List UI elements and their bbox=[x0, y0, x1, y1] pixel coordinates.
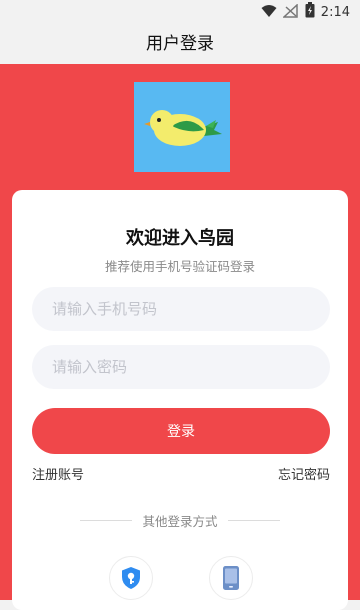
page-title: 用户登录 bbox=[146, 34, 214, 54]
forgot-password-link[interactable]: 忘记密码 bbox=[278, 464, 330, 483]
other-methods-label: 其他登录方式 bbox=[142, 514, 218, 529]
welcome-title: 欢迎进入鸟园 bbox=[126, 228, 234, 249]
battery-icon bbox=[305, 2, 315, 22]
shield-key-icon bbox=[122, 567, 140, 589]
status-time: 2:14 bbox=[320, 4, 350, 20]
title-bar: 用户登录 bbox=[0, 24, 360, 64]
wifi-icon bbox=[261, 3, 277, 22]
status-bar: 2:14 bbox=[0, 0, 360, 24]
other-methods-divider: 其他登录方式 bbox=[12, 511, 348, 529]
phone-icon bbox=[223, 566, 239, 590]
phone-input[interactable] bbox=[32, 287, 330, 331]
register-link[interactable]: 注册账号 bbox=[32, 464, 84, 483]
alt-login-security-button[interactable] bbox=[109, 556, 153, 600]
divider-line-right bbox=[228, 520, 280, 521]
password-input[interactable] bbox=[32, 345, 330, 389]
app-logo bbox=[134, 82, 230, 172]
signal-icon bbox=[281, 2, 299, 22]
alt-login-phone-button[interactable] bbox=[209, 556, 253, 600]
welcome-subtitle: 推荐使用手机号验证码登录 bbox=[104, 259, 255, 274]
bird-logo-icon bbox=[144, 110, 222, 146]
login-card: 欢迎进入鸟园 推荐使用手机号验证码登录 登录 注册账号 忘记密码 其他登录方式 bbox=[12, 190, 348, 610]
login-button[interactable]: 登录 bbox=[32, 408, 330, 454]
status-icons: 2:14 bbox=[261, 2, 350, 22]
